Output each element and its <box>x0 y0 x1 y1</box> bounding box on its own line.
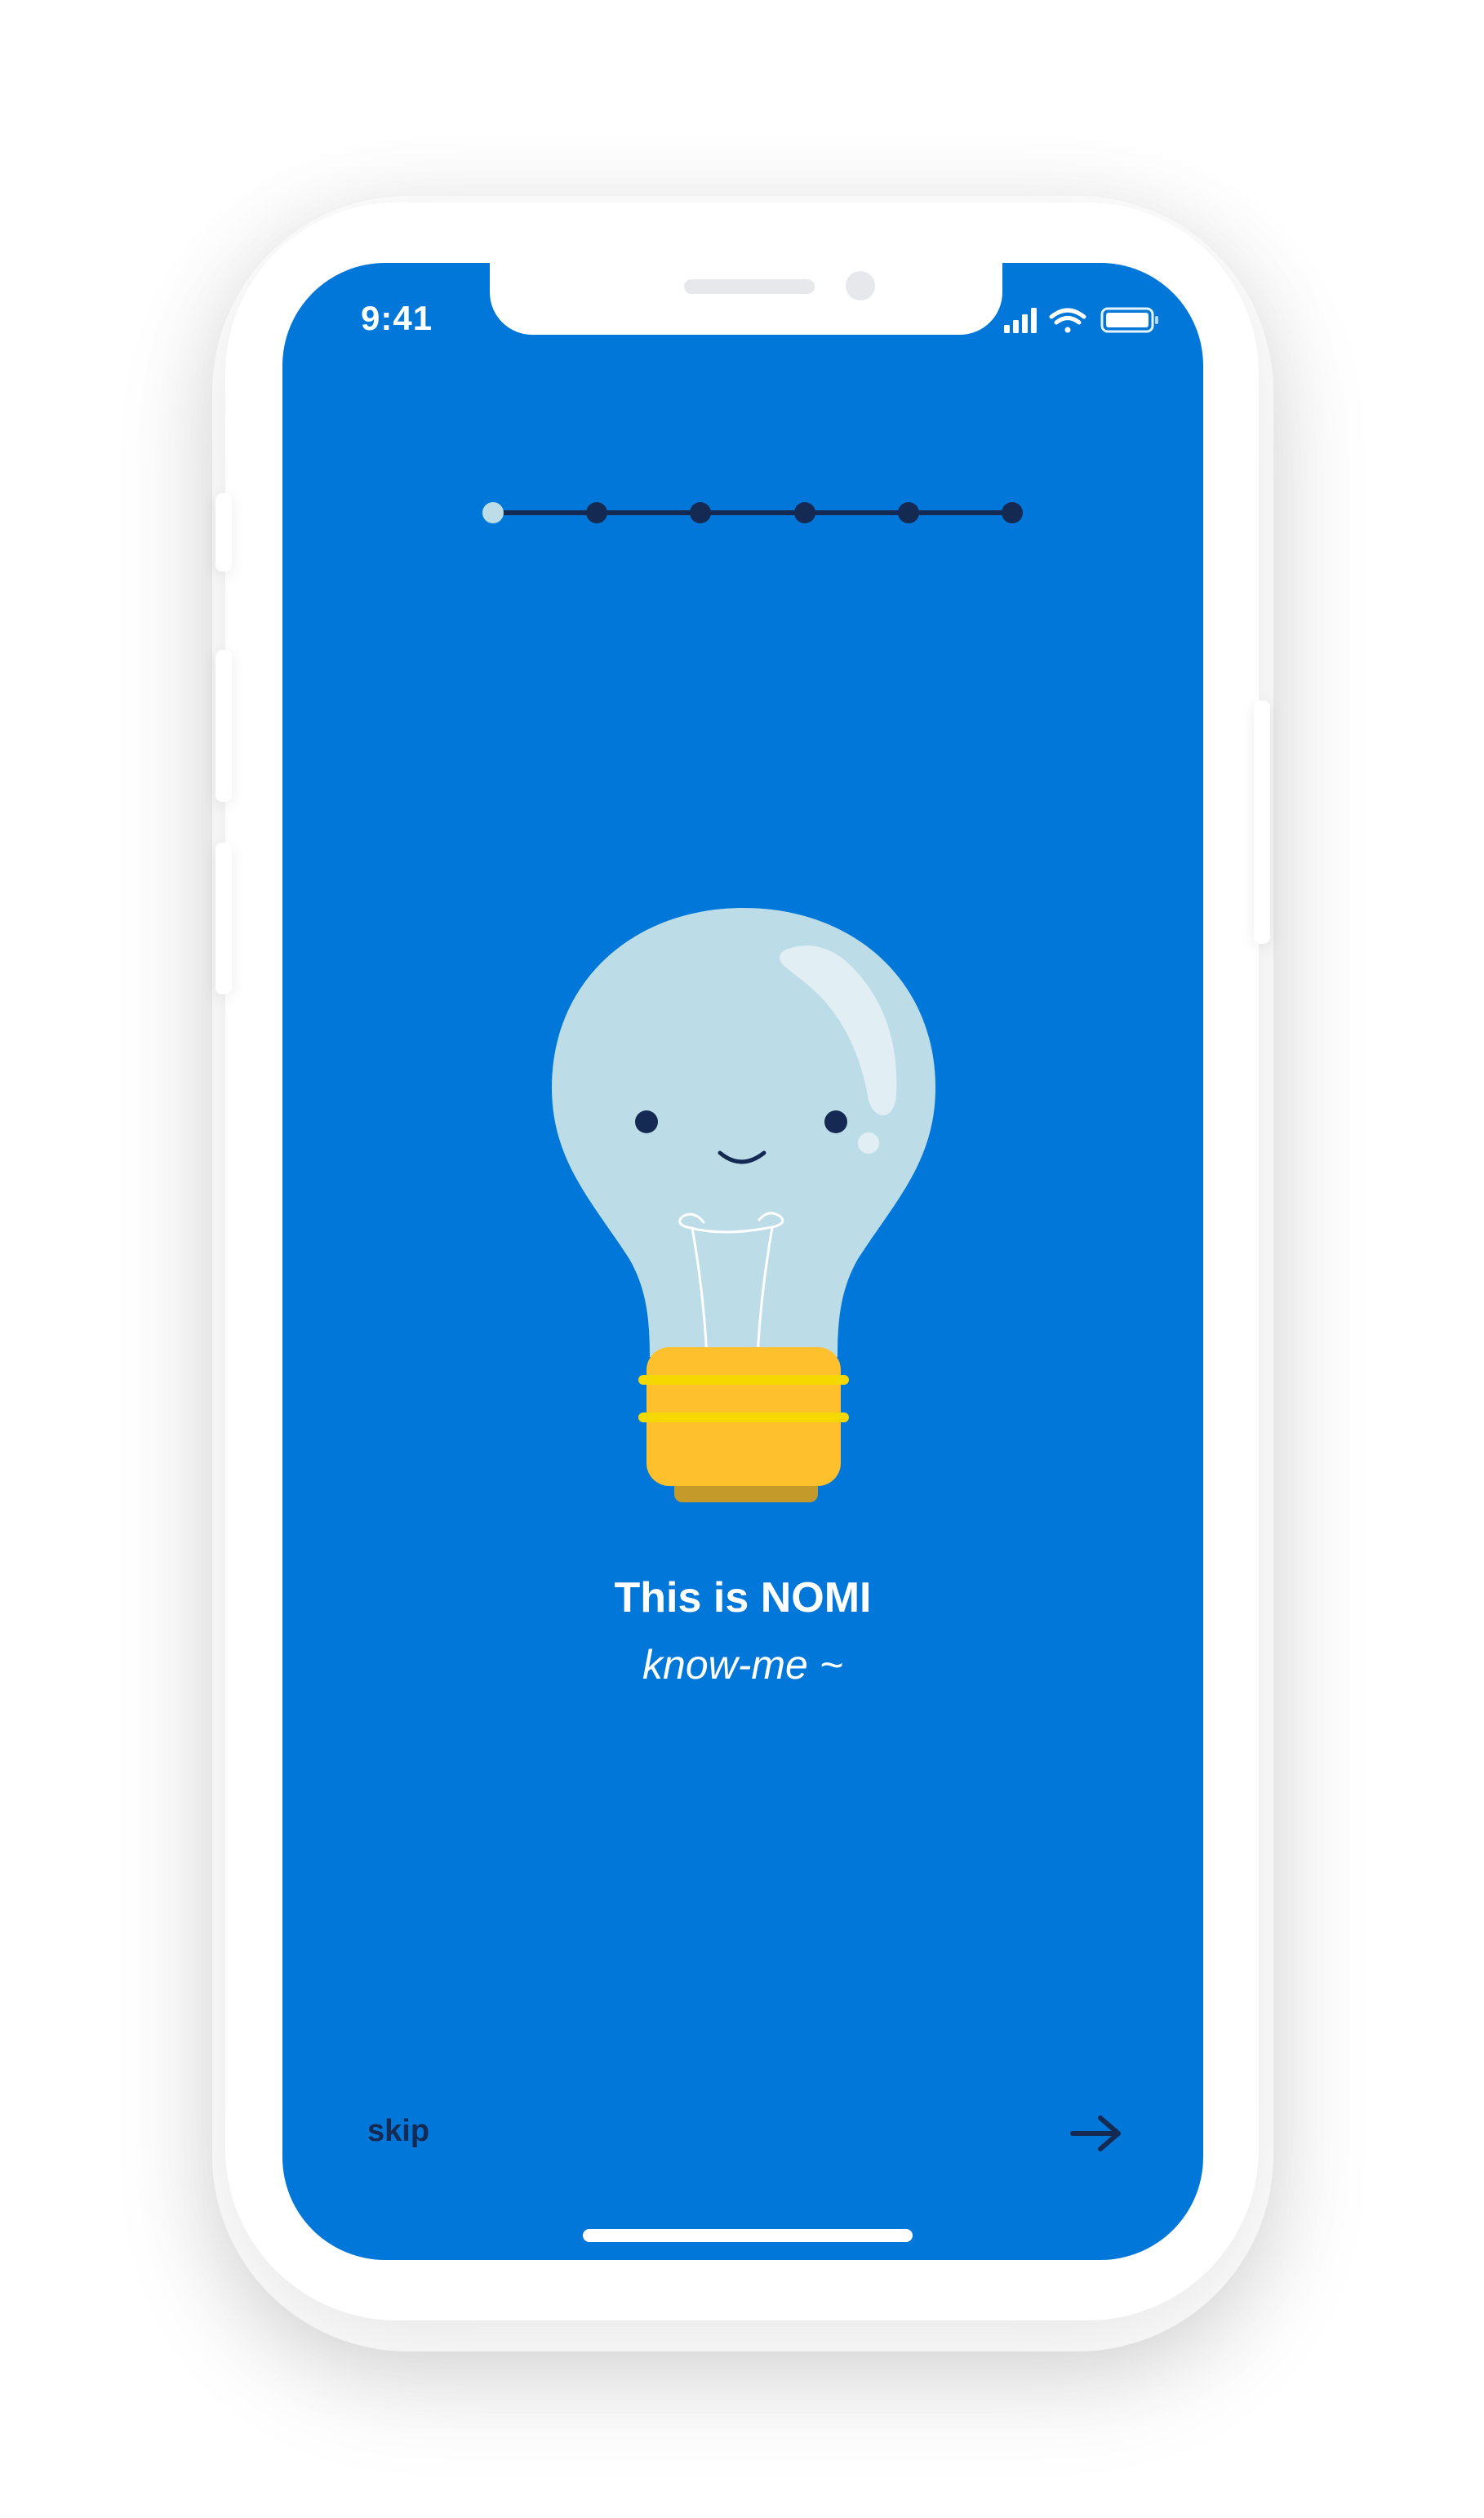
volume-down-button <box>215 843 232 994</box>
onboarding-progress <box>482 502 1023 523</box>
cellular-signal-icon <box>1004 308 1037 333</box>
wifi-icon <box>1049 308 1086 333</box>
progress-dot <box>586 502 607 523</box>
progress-dot <box>898 502 919 523</box>
device-notch <box>490 263 1002 335</box>
progress-dot <box>794 502 815 523</box>
mascot-right-eye <box>824 1110 847 1133</box>
onboarding-title: This is NOMI <box>614 1574 872 1622</box>
next-button[interactable] <box>1069 2113 1123 2154</box>
front-camera <box>846 271 875 300</box>
bulb-base-band <box>638 1412 849 1422</box>
progress-dot-active <box>482 502 504 523</box>
home-indicator[interactable] <box>583 2229 913 2242</box>
bulb-glint <box>858 1132 879 1154</box>
arrow-right-icon <box>1070 2115 1121 2151</box>
lightbulb-mascot-illustration <box>552 908 935 1502</box>
app-screen: 9:41 This is NOMI know-me ~ skip <box>282 263 1203 2260</box>
power-button <box>1254 701 1270 944</box>
battery-icon <box>1100 307 1158 333</box>
skip-button[interactable]: skip <box>367 2114 429 2149</box>
volume-up-button <box>215 650 232 802</box>
mute-switch <box>215 493 232 572</box>
onboarding-subtitle: know-me ~ <box>642 1642 843 1688</box>
bulb-base-band <box>638 1375 849 1385</box>
earpiece-speaker <box>684 279 815 294</box>
progress-dot <box>1002 502 1023 523</box>
status-time: 9:41 <box>361 299 433 337</box>
bulb-glass <box>552 908 935 1357</box>
status-icons <box>1004 307 1158 333</box>
mascot-left-eye <box>635 1110 658 1133</box>
progress-dot <box>690 502 711 523</box>
